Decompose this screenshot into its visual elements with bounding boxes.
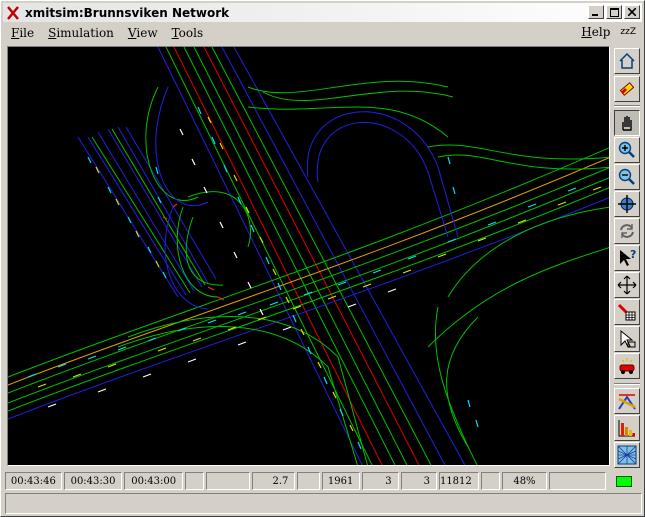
menu-view[interactable]: View — [128, 26, 158, 40]
network-icon — [617, 445, 637, 465]
eraser-button[interactable] — [614, 76, 640, 102]
status-empty-d — [549, 472, 606, 490]
road-network-map — [8, 47, 609, 465]
status-zoom: 48% — [501, 472, 548, 490]
hand-icon — [622, 116, 632, 131]
query-pointer-icon: ? — [620, 248, 636, 266]
maximize-button[interactable] — [606, 5, 622, 19]
menu-simulation[interactable]: Simulation — [48, 26, 114, 40]
refresh-icon — [620, 224, 634, 238]
left-ramps-green — [91, 128, 206, 294]
center-button[interactable] — [614, 191, 640, 217]
minimize-icon — [592, 14, 598, 16]
zoom-out-icon — [618, 168, 635, 185]
svg-text:?: ? — [630, 248, 636, 261]
network-button[interactable] — [614, 442, 640, 468]
grid-edit-icon — [617, 303, 636, 321]
main-diagonal-road — [157, 47, 466, 465]
right-toolbar: ? — [612, 46, 642, 468]
path-icon — [618, 394, 636, 410]
menu-bar: File Simulation View Tools Help zzZ — [3, 23, 642, 43]
menu-file[interactable]: File — [11, 26, 34, 40]
sleep-toggle[interactable]: zzZ — [620, 27, 636, 37]
histogram-icon — [618, 420, 635, 437]
grid-edit-button[interactable] — [614, 299, 640, 325]
status-val-a: 3 — [362, 472, 399, 490]
status-time-3: 00:43:00 — [124, 472, 183, 490]
status-empty-c — [480, 472, 500, 490]
status-empty-a — [184, 472, 204, 490]
toolbar-separator — [614, 105, 640, 107]
move-button[interactable] — [614, 272, 640, 298]
vehicle-icon — [619, 358, 635, 374]
main-east-west-road — [8, 147, 609, 420]
status-current-time: 00:43:46 — [5, 472, 62, 490]
status-empty-b — [297, 472, 321, 490]
close-icon — [628, 8, 636, 16]
status-time-2: 00:43:30 — [63, 472, 123, 490]
query-button[interactable]: ? — [614, 245, 640, 271]
status-count: 11812 — [438, 472, 479, 490]
zoom-out-button[interactable] — [614, 164, 640, 190]
x-logo-icon — [5, 5, 21, 21]
maximize-icon — [609, 7, 619, 17]
status-blank — [205, 472, 250, 490]
app-window: xmitsim:Brunnsviken Network File Simulat… — [0, 0, 645, 517]
title-bar: xmitsim:Brunnsviken Network — [3, 3, 642, 22]
eraser-icon — [619, 82, 635, 96]
status-rate: 2.7 — [251, 472, 296, 490]
zoom-in-icon — [618, 141, 635, 158]
window-title: xmitsim:Brunnsviken Network — [25, 5, 230, 20]
status-bar: 00:43:46 00:43:30 00:43:00 2.7 1961 3 3 … — [5, 471, 642, 491]
histogram-button[interactable] — [614, 415, 640, 441]
status-val-b: 3 — [400, 472, 437, 490]
refresh-button[interactable] — [614, 218, 640, 244]
toolbar-separator-2 — [614, 383, 640, 385]
menu-tools[interactable]: Tools — [172, 26, 204, 40]
select-button[interactable] — [614, 326, 640, 352]
home-button[interactable] — [614, 48, 640, 74]
status-vehicles: 1961 — [322, 472, 361, 490]
network-canvas[interactable] — [7, 46, 610, 466]
close-button[interactable] — [624, 5, 640, 19]
message-bar — [5, 493, 642, 514]
vehicle-button[interactable] — [614, 353, 640, 379]
running-indicator — [615, 475, 632, 487]
path-button[interactable] — [614, 388, 640, 414]
select-pointer-icon — [620, 329, 636, 348]
menu-help[interactable]: Help — [581, 25, 610, 39]
minimize-button[interactable] — [588, 5, 604, 19]
move-icon — [617, 275, 637, 295]
status-indicator-wrap — [608, 472, 640, 490]
zoom-in-button[interactable] — [614, 137, 640, 163]
pan-button[interactable] — [614, 110, 640, 136]
crosshair-icon — [618, 195, 636, 213]
home-icon — [619, 52, 635, 69]
